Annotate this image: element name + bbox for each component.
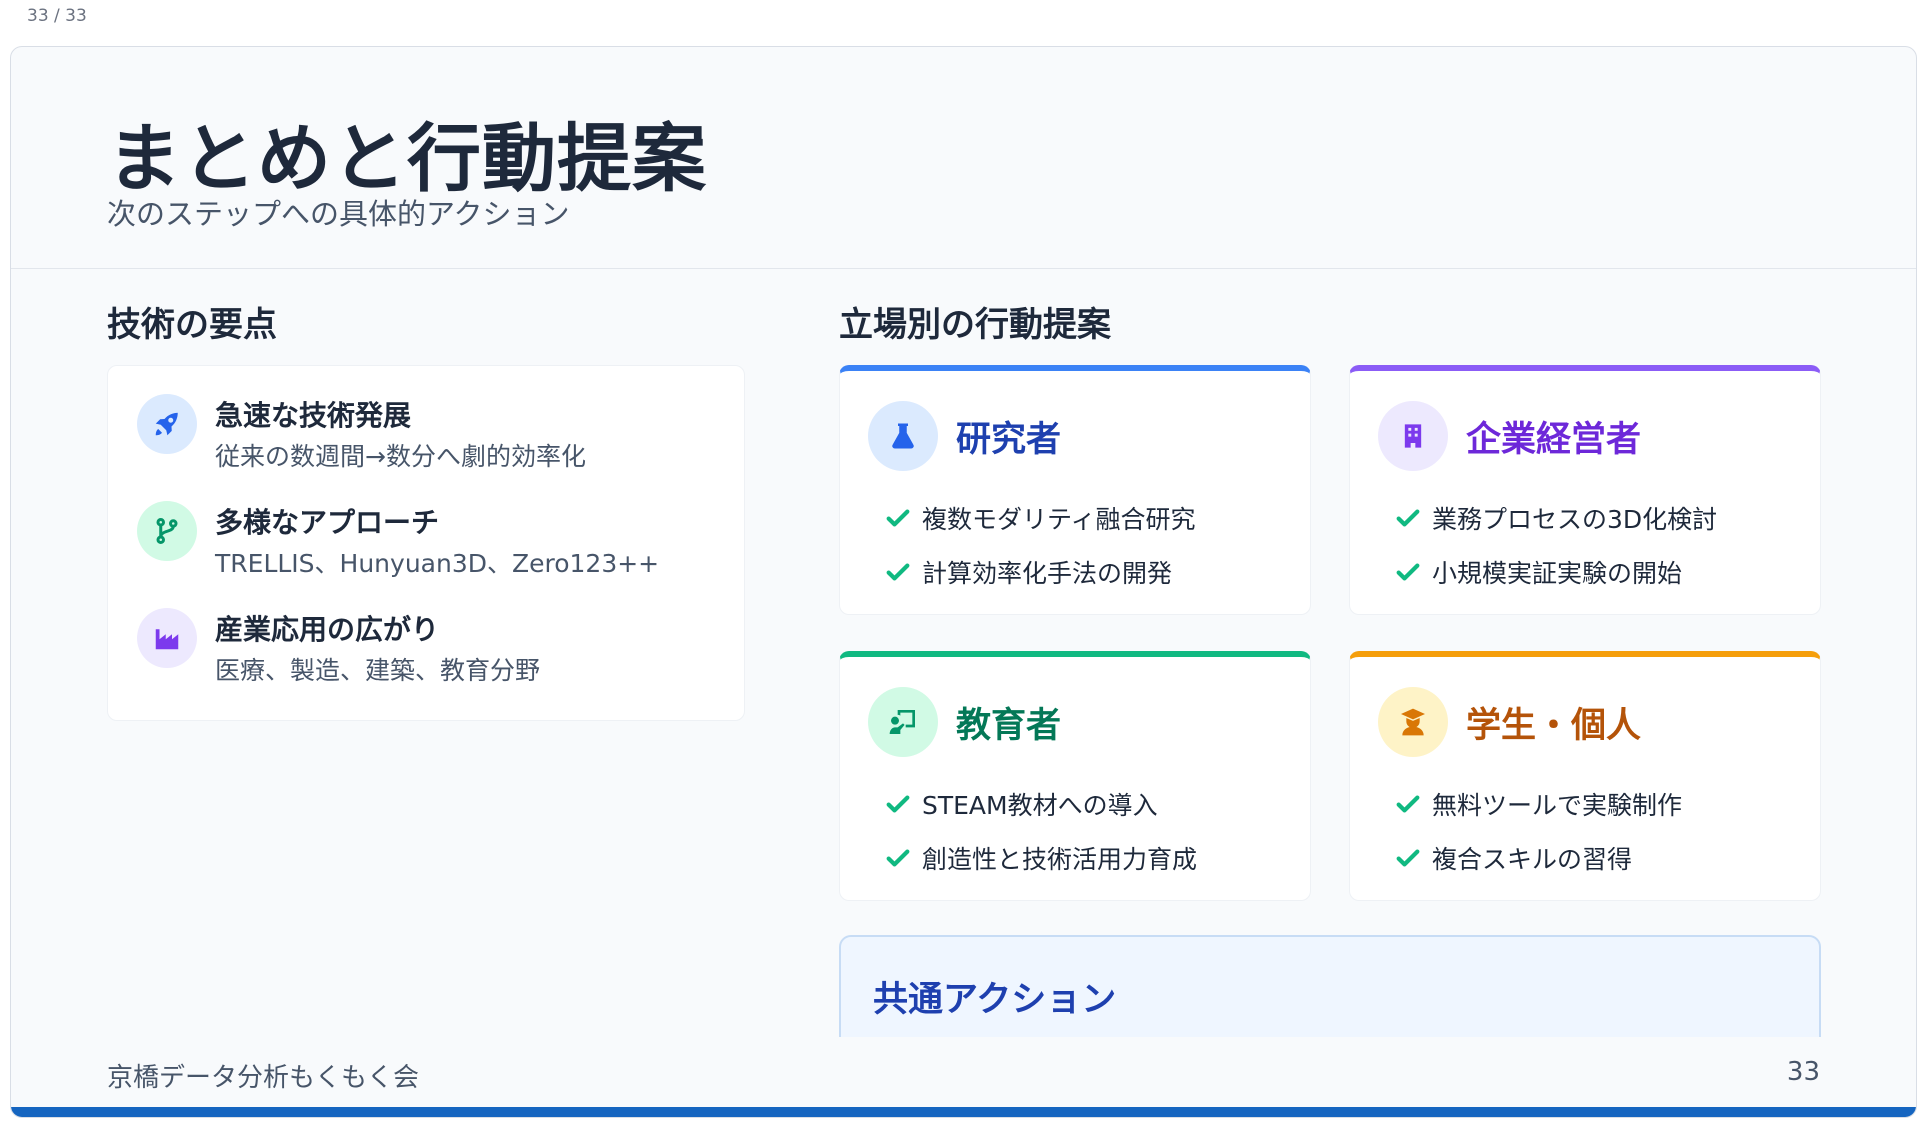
tech-point-desc: 医療、製造、建築、教育分野 [215, 656, 541, 685]
role-card-student: 学生・個人 無料ツールで実験制作 複合スキルの習得 [1349, 651, 1821, 901]
role-title: 企業経営者 [1466, 420, 1642, 460]
footer-organization: 京橋データ分析もくもく会 [107, 1063, 420, 1093]
building-icon [1378, 401, 1448, 471]
tech-point-desc: 従来の数週間→数分へ劇的効率化 [215, 442, 586, 471]
tech-point-title: 産業応用の広がり [215, 613, 440, 646]
role-action-text: 創造性と技術活用力育成 [922, 845, 1198, 874]
tech-point: 急速な技術発展 従来の数週間→数分へ劇的効率化 [137, 394, 727, 484]
tech-points-card: 急速な技術発展 従来の数週間→数分へ劇的効率化 多様なアプローチ TRELLIS… [107, 365, 745, 721]
industry-icon [137, 608, 197, 668]
slide: まとめと行動提案 次のステップへの具体的アクション 技術の要点 急速な技術発展 … [10, 46, 1917, 1118]
footer-page-number: 33 [1786, 1057, 1820, 1087]
slide-subtitle: 次のステップへの具体的アクション [107, 197, 570, 231]
list-item: 業務プロセスの3D化検討 [1394, 491, 1717, 545]
role-action-text: 計算効率化手法の開発 [922, 559, 1173, 588]
role-action-text: 複合スキルの習得 [1432, 845, 1633, 874]
tech-point-title: 多様なアプローチ [215, 506, 440, 539]
actions-heading: 立場別の行動提案 [839, 305, 1111, 345]
list-item: 小規模実証実験の開始 [1394, 545, 1717, 599]
role-action-text: 小規模実証実験の開始 [1432, 559, 1683, 588]
graduate-icon [1378, 687, 1448, 757]
check-icon [1396, 795, 1420, 813]
role-title: 学生・個人 [1466, 706, 1642, 746]
slide-header: まとめと行動提案 次のステップへの具体的アクション [11, 47, 1916, 269]
page-counter: 33 / 33 [27, 6, 87, 26]
role-action-text: 業務プロセスの3D化検討 [1432, 505, 1718, 534]
flask-icon [868, 401, 938, 471]
check-icon [886, 509, 910, 527]
role-action-list: STEAM教材への導入 創造性と技術活用力育成 [884, 777, 1197, 885]
bottom-accent-bar [11, 1107, 1916, 1117]
role-action-text: 無料ツールで実験制作 [1432, 791, 1683, 820]
tech-point-desc: TRELLIS、Hunyuan3D、Zero123++ [215, 549, 660, 578]
role-action-text: 複数モダリティ融合研究 [922, 505, 1196, 534]
role-title: 教育者 [956, 706, 1062, 746]
check-icon [886, 795, 910, 813]
list-item: STEAM教材への導入 [884, 777, 1197, 831]
check-icon [886, 849, 910, 867]
role-card-researcher: 研究者 複数モダリティ融合研究 計算効率化手法の開発 [839, 365, 1311, 615]
list-item: 複合スキルの習得 [1394, 831, 1682, 885]
role-action-text: STEAM教材への導入 [922, 791, 1158, 820]
rocket-icon [137, 394, 197, 454]
slide-title: まとめと行動提案 [107, 116, 707, 202]
list-item: 創造性と技術活用力育成 [884, 831, 1197, 885]
tech-point: 産業応用の広がり 医療、製造、建築、教育分野 [137, 608, 727, 698]
check-icon [1396, 563, 1420, 581]
role-title: 研究者 [956, 420, 1062, 460]
list-item: 複数モダリティ融合研究 [884, 491, 1196, 545]
role-card-educator: 教育者 STEAM教材への導入 創造性と技術活用力育成 [839, 651, 1311, 901]
chalkboard-teacher-icon [868, 687, 938, 757]
role-action-list: 無料ツールで実験制作 複合スキルの習得 [1394, 777, 1682, 885]
tech-point: 多様なアプローチ TRELLIS、Hunyuan3D、Zero123++ [137, 501, 727, 591]
role-action-list: 複数モダリティ融合研究 計算効率化手法の開発 [884, 491, 1196, 599]
role-card-executive: 企業経営者 業務プロセスの3D化検討 小規模実証実験の開始 [1349, 365, 1821, 615]
tech-point-title: 急速な技術発展 [215, 399, 412, 432]
role-action-list: 業務プロセスの3D化検討 小規模実証実験の開始 [1394, 491, 1717, 599]
list-item: 無料ツールで実験制作 [1394, 777, 1682, 831]
common-actions-title: 共通アクション [873, 980, 1117, 1020]
code-branch-icon [137, 501, 197, 561]
check-icon [1396, 509, 1420, 527]
tech-points-heading: 技術の要点 [107, 305, 277, 345]
list-item: 計算効率化手法の開発 [884, 545, 1196, 599]
check-icon [1396, 849, 1420, 867]
check-icon [886, 563, 910, 581]
